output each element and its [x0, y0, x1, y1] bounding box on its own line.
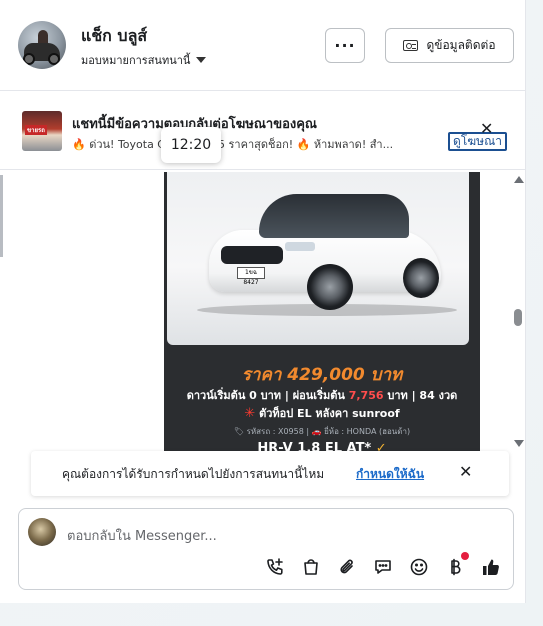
close-icon[interactable]: ✕ [459, 463, 472, 481]
ad-thumbnail: ขายรถ [22, 111, 62, 151]
scrollbar-thumb[interactable] [514, 309, 522, 326]
chevron-down-icon [196, 57, 207, 63]
scroll-down-arrow-icon[interactable] [514, 440, 524, 447]
car-photo: 1ขฉ 8427 [167, 172, 469, 345]
ad-thumbnail-text: ขายรถ [25, 125, 47, 135]
chat-bubble-icon[interactable] [372, 556, 394, 578]
assign-conversation-dropdown[interactable]: มอบหมายการสนทนานี้ [81, 51, 207, 69]
conversation-panel: แช็ก บลูส์ มอบหมายการสนทนานี้ ··· ดูข้อม… [0, 0, 526, 603]
ad-feature: ✳ ตัวท็อป EL หลังคา sunroof [164, 404, 480, 422]
paperclip-icon[interactable] [336, 556, 358, 578]
contact-name[interactable]: แช็ก บลูส์ [81, 24, 147, 49]
ad-terms-installment: 7,756 [348, 389, 384, 402]
asterisk-icon: ✳ [244, 406, 256, 421]
view-ad-button[interactable]: ดูโฆษณา [448, 132, 507, 151]
ad-banner-preview: 🔥 ด่วน! Toyota C rid ปี 2015 ราคาสุดช็อก… [72, 138, 394, 151]
scroll-up-arrow-icon[interactable] [514, 176, 524, 183]
thumbs-up-icon[interactable] [480, 556, 502, 578]
message-composer: ตอบกลับใน Messenger... [18, 508, 514, 590]
ad-reply-banner: ขายรถ แชทนี้มีข้อความตอบกลับต่อโฆษณาของค… [0, 92, 526, 170]
contact-avatar[interactable] [18, 21, 66, 69]
shopping-bag-icon[interactable] [300, 556, 322, 578]
notice-text: คุณต้องการได้รับการกำหนดไปยังการสนทนานี้… [62, 467, 325, 481]
view-contact-button[interactable]: ดูข้อมูลติดต่อ [385, 28, 514, 63]
ad-feature-text: ตัวท็อป EL หลังคา sunroof [255, 407, 400, 420]
ad-terms-suffix: บาท | 84 งวด [383, 389, 458, 402]
ad-terms-prefix: ดาวน์เริ่มต้น 0 บาท | ผ่อนเริ่มต้น [186, 389, 349, 402]
ad-image-message[interactable]: 1ขฉ 8427 ราคา 429,000 บาท ดาวน์เริ่มต้น … [164, 172, 480, 457]
license-plate: 1ขฉ 8427 [237, 267, 265, 286]
page-avatar [28, 518, 56, 546]
contact-card-icon [403, 40, 419, 51]
ad-price: ราคา 429,000 บาท [241, 365, 403, 385]
ad-meta: 🏷 รหัสรถ : X0958 | 🚗 ยี่ห้อ : HONDA (ฮอน… [233, 427, 411, 436]
left-scroll-edge [0, 175, 3, 257]
close-icon[interactable]: ✕ [480, 121, 493, 137]
phone-add-icon[interactable] [264, 556, 286, 578]
emoji-icon[interactable] [408, 556, 430, 578]
reply-input[interactable]: ตอบกลับใน Messenger... [67, 525, 217, 546]
more-options-button[interactable]: ··· [325, 28, 365, 63]
notification-dot [461, 552, 469, 560]
timestamp-tooltip: 12:20 [161, 127, 221, 163]
conversation-header: แช็ก บลูส์ มอบหมายการสนทนานี้ ··· ดูข้อม… [0, 0, 526, 91]
ad-terms: ดาวน์เริ่มต้น 0 บาท | ผ่อนเริ่มต้น 7,756… [164, 386, 480, 404]
assign-to-me-link[interactable]: กำหนดให้ฉัน [356, 465, 424, 484]
view-contact-label: ดูข้อมูลติดต่อ [426, 38, 496, 52]
more-icon: ··· [334, 36, 356, 55]
assignment-notice: คุณต้องการได้รับการกำหนดไปยังการสนทนานี้… [31, 451, 509, 496]
assign-label: มอบหมายการสนทนานี้ [81, 54, 191, 67]
